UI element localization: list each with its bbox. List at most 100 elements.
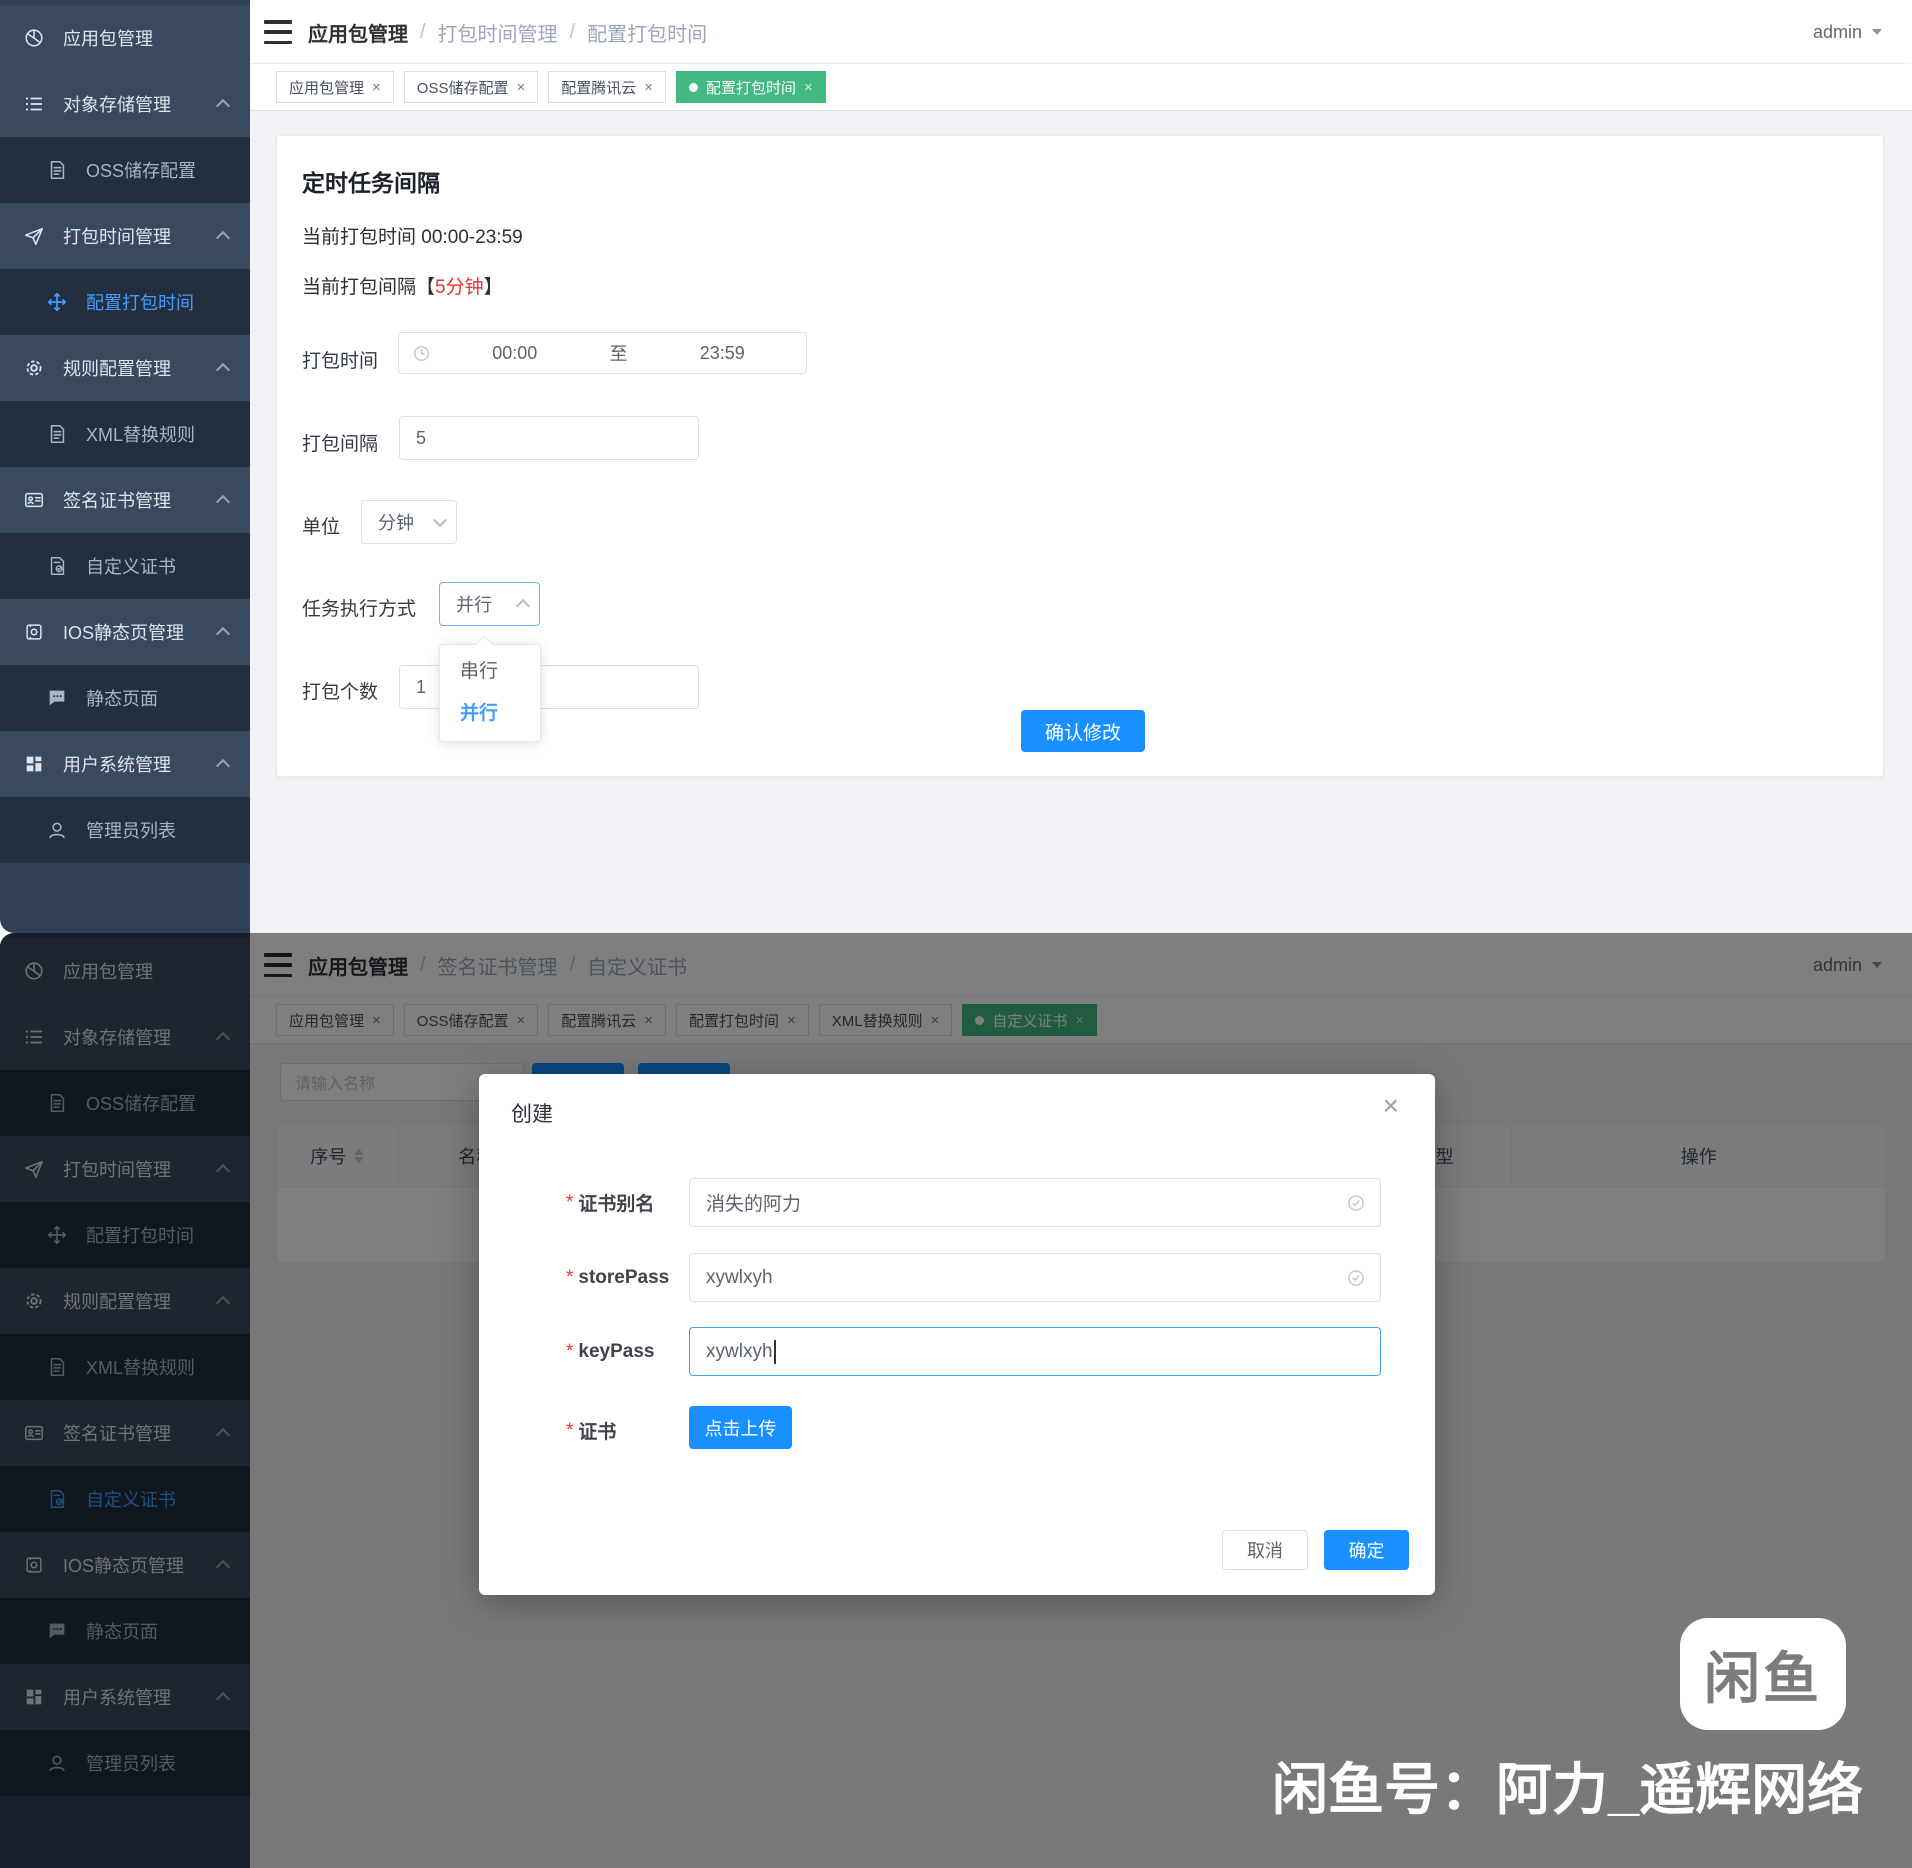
username: admin xyxy=(1813,22,1862,43)
text-cursor xyxy=(774,1340,776,1364)
sidebar-item-certificate[interactable]: 自定义证书 xyxy=(0,533,250,599)
tags-view-bar: 应用包管理 × OSS储存配置 × 配置腾讯云 × 配置打包时间 × xyxy=(250,64,1912,111)
time-start-value[interactable]: 00:00 xyxy=(431,343,599,364)
tab-label: OSS储存配置 xyxy=(417,77,509,98)
sidebar-item-label: 签名证书管理 xyxy=(63,487,171,513)
sidebar-item-send[interactable]: 打包时间管理 xyxy=(0,203,250,269)
pack-time-label: 打包时间 xyxy=(302,346,378,373)
sidebar-item-move[interactable]: 配置打包时间 xyxy=(0,269,250,335)
screenshot-top: 应用包管理对象存储管理OSS储存配置打包时间管理配置打包时间规则配置管理XML替… xyxy=(0,0,1912,933)
sidebar-item-label: IOS静态页管理 xyxy=(63,619,184,645)
chevron-up-icon xyxy=(516,599,530,613)
sidebar-item-label: 管理员列表 xyxy=(86,817,176,843)
time-range-separator: 至 xyxy=(599,340,639,366)
app-package-icon xyxy=(23,27,45,49)
chevron-up-icon xyxy=(216,363,230,377)
unit-label: 单位 xyxy=(302,512,340,539)
user-icon xyxy=(46,819,68,841)
current-interval-text: 当前打包间隔【5分钟】 xyxy=(302,272,503,299)
sidebar-item-user[interactable]: 管理员列表 xyxy=(0,797,250,863)
breadcrumb: 应用包管理/打包时间管理/配置打包时间 xyxy=(308,0,707,64)
exec-mode-label: 任务执行方式 xyxy=(302,594,416,621)
pack-interval-input[interactable]: 5 xyxy=(399,416,699,460)
required-asterisk: * xyxy=(566,1192,573,1214)
time-range-picker[interactable]: 00:00 至 23:59 xyxy=(398,332,807,374)
breadcrumb-item[interactable]: 打包时间管理 xyxy=(438,18,558,47)
sidebar-item-label: OSS储存配置 xyxy=(86,157,196,183)
current-pack-time-text: 当前打包时间 00:00-23:59 xyxy=(302,222,523,249)
main-content: 定时任务间隔 当前打包时间 00:00-23:59 当前打包间隔【5分钟】 打包… xyxy=(250,111,1912,933)
tag-view-tab[interactable]: 配置打包时间 × xyxy=(676,71,826,103)
sidebar-item-comment[interactable]: 静态页面 xyxy=(0,665,250,731)
close-icon[interactable]: × xyxy=(804,79,813,96)
sidebar-item-gear[interactable]: 规则配置管理 xyxy=(0,335,250,401)
breadcrumb-separator: / xyxy=(570,21,576,44)
sidebar-item-label: 应用包管理 xyxy=(63,25,153,51)
certificate-icon xyxy=(46,555,68,577)
chevron-up-icon xyxy=(216,759,230,773)
dropdown-option[interactable]: 串行 xyxy=(440,651,540,693)
required-asterisk: * xyxy=(566,1420,573,1442)
required-asterisk: * xyxy=(566,1267,573,1289)
tab-label: 配置打包时间 xyxy=(706,77,796,98)
screenshot-bottom: 应用包管理对象存储管理OSS储存配置打包时间管理配置打包时间规则配置管理XML替… xyxy=(0,933,1912,1868)
dropdown-option[interactable]: 并行 xyxy=(440,693,540,735)
tab-label: 配置腾讯云 xyxy=(561,77,636,98)
field-value: xywlxyh xyxy=(706,1341,773,1363)
field-input[interactable]: xywlxyh xyxy=(689,1253,1381,1302)
grid-icon xyxy=(23,753,45,775)
user-menu[interactable]: admin xyxy=(1813,0,1882,64)
close-icon[interactable]: × xyxy=(1383,1092,1399,1120)
close-icon[interactable]: × xyxy=(372,79,381,96)
field-label: *keyPass xyxy=(566,1327,654,1376)
field-label: *证书 xyxy=(566,1406,616,1455)
caret-down-icon xyxy=(1872,29,1882,35)
sidebar-item-id-card[interactable]: 签名证书管理 xyxy=(0,467,250,533)
field-input[interactable]: xywlxyh xyxy=(689,1327,1381,1376)
sidebar-item-grid[interactable]: 用户系统管理 xyxy=(0,731,250,797)
breadcrumb-item[interactable]: 应用包管理 xyxy=(308,18,408,47)
check-circle-icon xyxy=(1346,1268,1366,1288)
time-end-value[interactable]: 23:59 xyxy=(639,343,807,364)
tag-view-tab[interactable]: OSS储存配置 × xyxy=(404,71,538,103)
confirm-modify-button[interactable]: 确认修改 xyxy=(1021,710,1145,752)
sidebar-item-document[interactable]: XML替换规则 xyxy=(0,401,250,467)
tag-view-tab[interactable]: 应用包管理 × xyxy=(276,71,394,103)
id-card-icon xyxy=(23,489,45,511)
exec-mode-select[interactable]: 并行 xyxy=(439,582,540,626)
watermark-text: 闲鱼号：阿力_遥辉网络 xyxy=(1272,1745,1863,1826)
close-icon[interactable]: × xyxy=(644,79,653,96)
chevron-up-icon xyxy=(216,495,230,509)
clock-icon xyxy=(412,344,431,363)
comment-icon xyxy=(46,687,68,709)
document-icon xyxy=(46,423,68,445)
sidebar-item-document[interactable]: OSS储存配置 xyxy=(0,137,250,203)
unit-select[interactable]: 分钟 xyxy=(361,500,457,544)
gear-icon xyxy=(23,357,45,379)
xianyu-logo: 闲鱼 xyxy=(1680,1618,1846,1730)
archive-icon xyxy=(23,621,45,643)
tag-view-tab[interactable]: 配置腾讯云 × xyxy=(548,71,666,103)
sidebar-item-list[interactable]: 对象存储管理 xyxy=(0,71,250,137)
sidebar-item-label: 对象存储管理 xyxy=(63,91,171,117)
sidebar: 应用包管理对象存储管理 OSS储存配置打包时间管理配置打包时间规则配置管理 XML替… xyxy=(0,0,250,933)
field-label: *证书别名 xyxy=(566,1178,654,1227)
ok-button[interactable]: 确定 xyxy=(1324,1530,1409,1570)
cancel-button[interactable]: 取消 xyxy=(1222,1530,1308,1570)
create-dialog: 创建 × *证书别名消失的阿力*storePassxywlxyh*keyPass… xyxy=(479,1074,1435,1595)
chevron-down-icon xyxy=(433,513,447,527)
upload-button[interactable]: 点击上传 xyxy=(689,1406,792,1449)
sidebar-item-label: XML替换规则 xyxy=(86,421,195,447)
chevron-up-icon xyxy=(216,231,230,245)
pack-count-label: 打包个数 xyxy=(302,677,378,704)
breadcrumb-item[interactable]: 配置打包时间 xyxy=(587,18,707,47)
tab-label: 应用包管理 xyxy=(289,77,364,98)
sidebar-item-app-package[interactable]: 应用包管理 xyxy=(0,5,250,71)
move-icon xyxy=(46,291,68,313)
interval-highlight: 5分钟 xyxy=(435,277,484,298)
hamburger-icon[interactable] xyxy=(264,20,292,44)
sidebar-item-archive[interactable]: IOS静态页管理 xyxy=(0,599,250,665)
field-input[interactable]: 消失的阿力 xyxy=(689,1178,1381,1227)
close-icon[interactable]: × xyxy=(516,79,525,96)
field-label: *storePass xyxy=(566,1253,669,1302)
